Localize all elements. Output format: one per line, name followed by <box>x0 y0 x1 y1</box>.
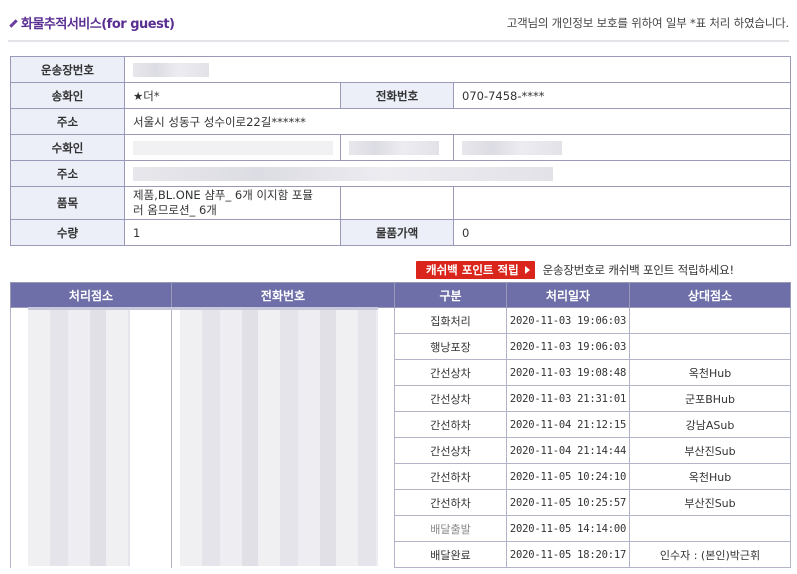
sender-row: 송화인 ★더* 전화번호 070-7458-**** <box>10 82 791 109</box>
item-row: 품목 제품,BL.ONE 샴푸_ 6개 이지함 포뮬 러 옴므로션_ 6개 <box>10 186 791 220</box>
status-cell: 간선하차 <box>394 489 507 516</box>
redaction-edge <box>28 307 378 310</box>
datetime-cell: 2020-11-05 18:20:17 <box>506 541 630 568</box>
col-datetime: 처리일자 <box>506 282 630 308</box>
item-label: 품목 <box>10 186 125 220</box>
status-cell: 간선상차 <box>394 437 507 464</box>
datetime-cell: 2020-11-03 19:06:03 <box>506 307 630 334</box>
status-cell: 간선하차 <box>394 463 507 490</box>
cashback-bar: 캐쉬백 포인트 적립 운송장번호로 캐쉬백 포인트 적립하세요! <box>416 261 734 279</box>
privacy-notice: 고객님의 개인정보 보호를 위하여 일부 *표 처리 하였습니다. <box>506 16 790 30</box>
service-title-en: (for guest) <box>101 17 175 32</box>
col-type: 구분 <box>394 282 507 308</box>
status-cell: 행낭포장 <box>394 333 507 360</box>
datetime-cell: 2020-11-03 19:08:48 <box>506 359 630 386</box>
quantity-value: 1 <box>124 219 341 246</box>
datetime-cell: 2020-11-03 21:31:01 <box>506 385 630 412</box>
goods-value-label: 물품가액 <box>340 219 454 246</box>
redacted-phone-label <box>349 140 439 155</box>
quantity-label: 수량 <box>10 219 125 246</box>
status-cell: 배달완료 <box>394 541 507 568</box>
datetime-cell: 2020-11-04 21:12:15 <box>506 411 630 438</box>
header-divider <box>8 40 789 42</box>
pen-icon <box>8 18 18 28</box>
datetime-cell: 2020-11-04 21:14:44 <box>506 437 630 464</box>
status-cell: 배달출발 <box>394 515 507 542</box>
datetime-cell: 2020-11-05 10:24:10 <box>506 463 630 490</box>
datetime-cell: 2020-11-05 14:14:00 <box>506 515 630 542</box>
service-title-kr: 화물추적서비스 <box>21 17 102 32</box>
partner-cell: 부산진Sub <box>629 489 791 516</box>
receiver-value <box>124 134 341 161</box>
item-value-line2: 러 옴므로션_ 6개 <box>133 203 217 217</box>
cashback-message: 운송장번호로 캐쉬백 포인트 적립하세요! <box>542 263 734 277</box>
service-title: 화물추적서비스(for guest) <box>21 13 175 32</box>
goods-value-value: 0 <box>453 219 791 246</box>
sender-address-value: 서울시 성동구 성수이로22길****** <box>124 108 791 135</box>
waybill-label: 운송장번호 <box>10 56 125 83</box>
arrow-right-icon <box>524 266 530 274</box>
partner-cell <box>629 515 791 542</box>
waybill-value <box>124 56 791 83</box>
redacted-waybill <box>133 62 209 77</box>
partner-cell: 인수자 : (본인)박근휘 <box>629 541 791 568</box>
redaction-branch <box>28 310 130 566</box>
cashback-button[interactable]: 캐쉬백 포인트 적립 <box>416 261 535 279</box>
sender-label: 송화인 <box>10 82 125 109</box>
tracking-header-row: 처리점소 전화번호 구분 처리일자 상대점소 <box>10 282 791 308</box>
redacted-receiver-phone <box>462 140 562 155</box>
receiver-phone-value <box>453 134 791 161</box>
item-blank-label <box>340 186 454 220</box>
sender-value: ★더* <box>124 82 341 109</box>
quantity-row: 수량 1 물품가액 0 <box>10 219 791 246</box>
partner-cell: 옥천Hub <box>629 359 791 386</box>
status-cell: 간선하차 <box>394 411 507 438</box>
item-blank-value <box>453 186 791 220</box>
datetime-cell: 2020-11-03 19:06:03 <box>506 333 630 360</box>
receiver-address-row: 주소 <box>10 160 791 187</box>
redacted-receiver <box>133 140 333 155</box>
redaction-phone <box>180 310 378 566</box>
sender-address-row: 주소 서울시 성동구 성수이로22길****** <box>10 108 791 135</box>
status-cell: 간선상차 <box>394 385 507 412</box>
receiver-row: 수화인 <box>10 134 791 161</box>
partner-cell <box>629 307 791 334</box>
receiver-address-label: 주소 <box>10 160 125 187</box>
partner-cell: 강남ASub <box>629 411 791 438</box>
waybill-row: 운송장번호 <box>10 56 791 83</box>
page-header: 화물추적서비스(for guest) 고객님의 개인정보 보호를 위하여 일부 … <box>0 0 797 42</box>
partner-cell: 군포BHub <box>629 385 791 412</box>
item-value: 제품,BL.ONE 샴푸_ 6개 이지함 포뮬 러 옴므로션_ 6개 <box>124 186 341 220</box>
receiver-address-value <box>124 160 791 187</box>
col-partner: 상대점소 <box>629 282 791 308</box>
redacted-receiver-address <box>133 166 553 181</box>
datetime-cell: 2020-11-05 10:25:57 <box>506 489 630 516</box>
col-branch: 처리점소 <box>10 282 172 308</box>
cashback-button-label: 캐쉬백 포인트 적립 <box>426 263 519 277</box>
partner-cell: 옥천Hub <box>629 463 791 490</box>
col-phone: 전화번호 <box>171 282 395 308</box>
receiver-phone-label-redacted <box>340 134 454 161</box>
sender-phone-value: 070-7458-**** <box>453 82 791 109</box>
partner-cell <box>629 333 791 360</box>
shipment-info-table: 운송장번호 송화인 ★더* 전화번호 070-7458-**** 주소 서울시 … <box>10 56 791 246</box>
status-cell: 간선상차 <box>394 359 507 386</box>
sender-address-label: 주소 <box>10 108 125 135</box>
page-title: 화물추적서비스(for guest) <box>8 13 175 32</box>
sender-phone-label: 전화번호 <box>340 82 454 109</box>
partner-cell: 부산진Sub <box>629 437 791 464</box>
receiver-label: 수화인 <box>10 134 125 161</box>
item-value-line1: 제품,BL.ONE 샴푸_ 6개 이지함 포뮬 <box>133 188 314 202</box>
status-cell: 집화처리 <box>394 307 507 334</box>
